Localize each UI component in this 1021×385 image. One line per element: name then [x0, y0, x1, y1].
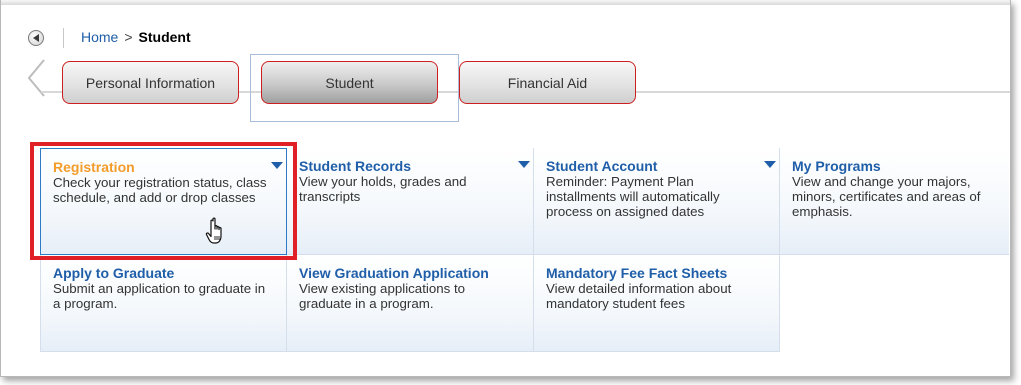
tile-title[interactable]: Student Records	[299, 158, 521, 174]
tile-description: View detailed information about mandator…	[546, 281, 732, 311]
tab-financial-aid[interactable]: Financial Aid	[459, 61, 636, 104]
back-button[interactable]	[28, 30, 44, 46]
tile-apply-to-graduate[interactable]: Apply to Graduate Submit an application …	[40, 255, 287, 352]
tile-student-account[interactable]: Student Account Reminder: Payment Plan i…	[534, 148, 780, 255]
window-top-strip	[1, 0, 1010, 5]
tab-personal-information[interactable]: Personal Information	[62, 61, 239, 104]
hand-pointer-icon	[205, 217, 222, 244]
tile-title[interactable]: My Programs	[792, 158, 997, 174]
tab-label: Student	[325, 74, 374, 91]
tile-description: View and change your majors, minors, cer…	[792, 174, 981, 219]
tile-description: Submit an application to graduate in a p…	[53, 281, 266, 311]
chevron-down-icon[interactable]	[518, 161, 530, 168]
registration-highlight-box	[30, 142, 297, 260]
breadcrumb-separator: >	[124, 29, 133, 45]
chevron-down-icon[interactable]	[764, 161, 776, 168]
tile-description: View existing applications to graduate i…	[299, 281, 466, 311]
divider	[63, 28, 64, 48]
tile-title[interactable]: View Graduation Application	[299, 265, 521, 281]
breadcrumb: Home > Student	[81, 29, 191, 45]
tile-title[interactable]: Apply to Graduate	[53, 265, 274, 281]
tile-title[interactable]: Mandatory Fee Fact Sheets	[546, 265, 767, 281]
tab-student[interactable]: Student	[261, 61, 438, 104]
tile-description: View your holds, grades and transcripts	[299, 174, 467, 204]
tab-label: Financial Aid	[507, 74, 588, 91]
tile-mandatory-fee-fact-sheets[interactable]: Mandatory Fee Fact Sheets View detailed …	[534, 255, 780, 352]
tile-view-graduation-application[interactable]: View Graduation Application View existin…	[287, 255, 534, 352]
tile-my-programs[interactable]: My Programs View and change your majors,…	[780, 148, 1009, 255]
tile-student-records[interactable]: Student Records View your holds, grades …	[287, 148, 534, 255]
breadcrumb-home-link[interactable]: Home	[81, 29, 118, 45]
tile-description: Reminder: Payment Plan installments will…	[546, 174, 720, 219]
tile-title[interactable]: Student Account	[546, 158, 767, 174]
back-arrow-icon	[32, 34, 39, 42]
breadcrumb-current: Student	[138, 29, 191, 45]
tab-label: Personal Information	[85, 74, 216, 91]
